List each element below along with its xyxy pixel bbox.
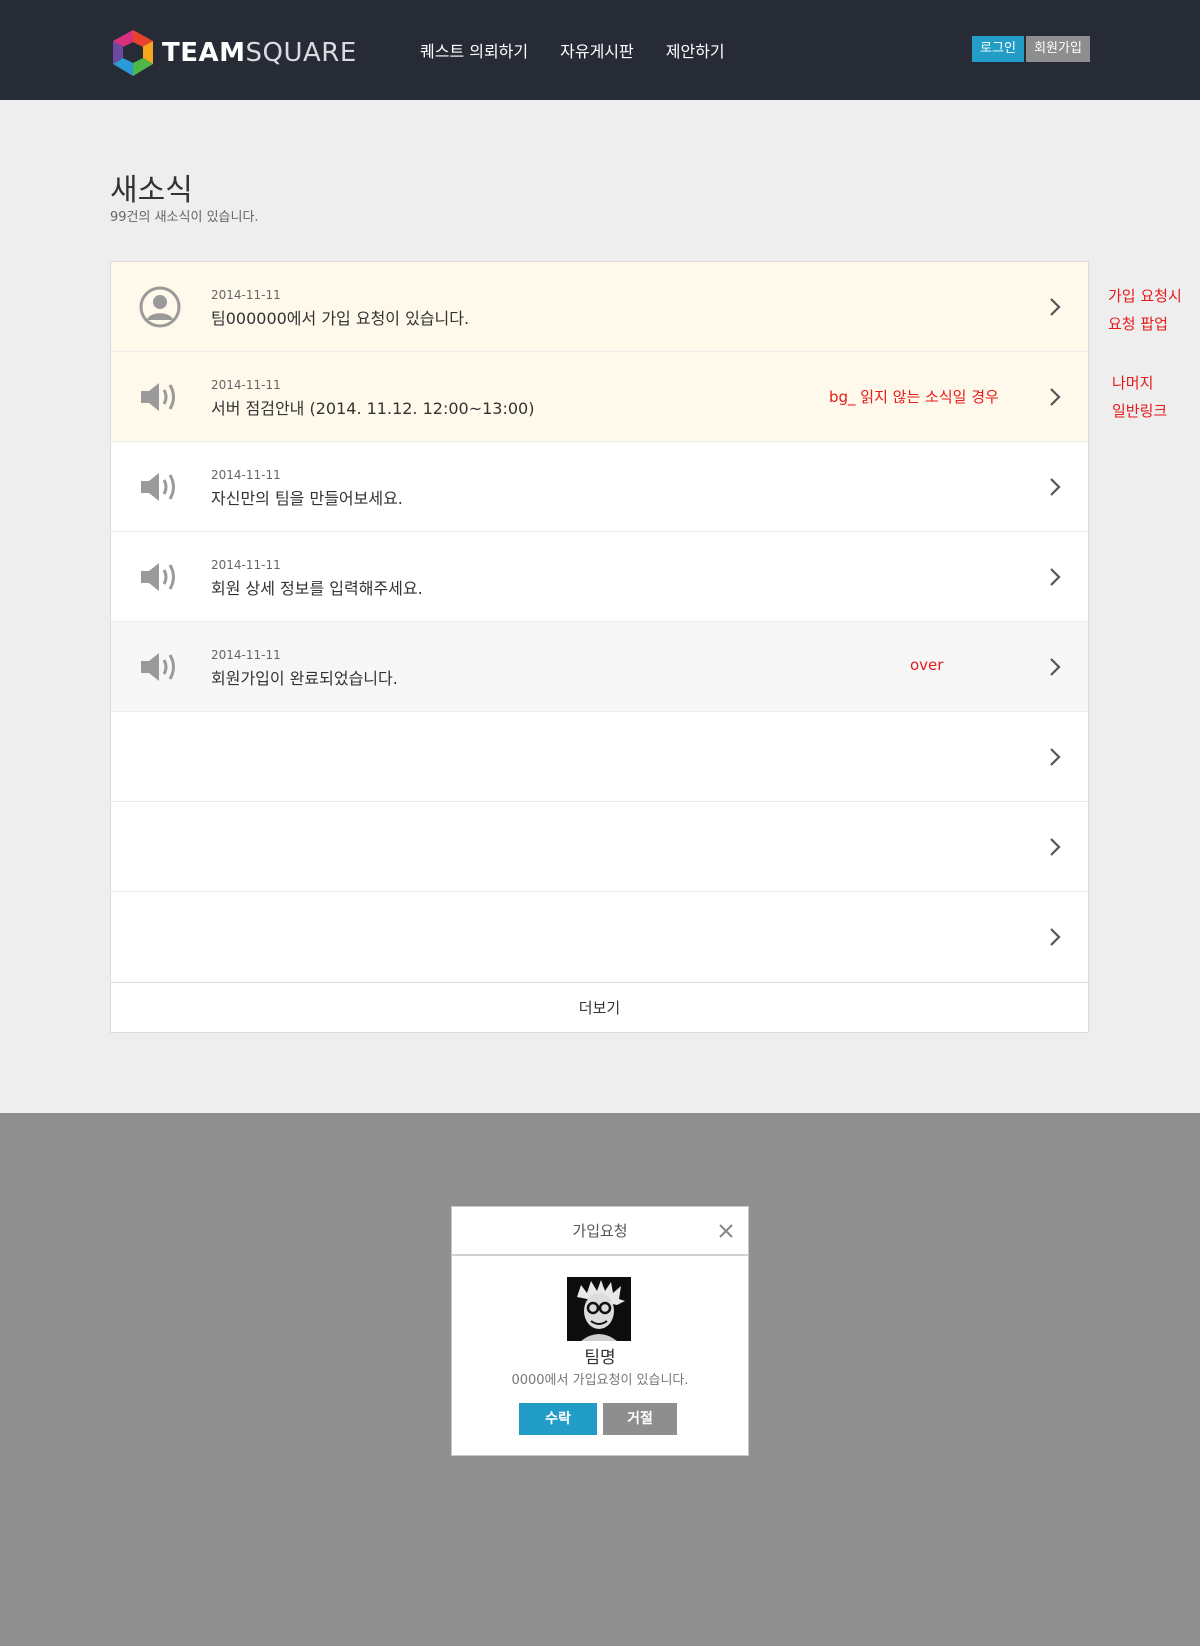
teamsquare-logo[interactable]: TEAMSQUARE	[110, 28, 357, 78]
speaker-icon	[141, 653, 175, 681]
chevron-right-icon	[1050, 568, 1061, 586]
modal-title: 가입요청	[572, 1222, 628, 1240]
nav-suggestion[interactable]: 제안하기	[666, 38, 725, 62]
news-title: 회원 상세 정보를 입력해주세요.	[211, 579, 423, 598]
annotation-general-link: 나머지 일반링크	[1112, 369, 1167, 425]
logo-text: TEAMSQUARE	[162, 38, 357, 68]
news-date: 2014-11-11	[211, 468, 281, 482]
news-item-join-request[interactable]: 2014-11-11 팀000000에서 가입 요청이 있습니다.	[111, 262, 1088, 352]
accept-button[interactable]: 수락	[519, 1403, 597, 1435]
annotation-line: 가입 요청시	[1108, 287, 1182, 305]
chevron-right-icon	[1050, 838, 1061, 856]
news-item-empty[interactable]	[111, 802, 1088, 892]
speaker-icon	[141, 383, 175, 411]
user-icon	[139, 286, 181, 328]
team-avatar	[567, 1277, 631, 1341]
news-item-empty[interactable]	[111, 892, 1088, 982]
main-nav: 퀘스트 의뢰하기 자유게시판 제안하기	[420, 38, 757, 62]
join-request-message: 0000에서 가입요청이 있습니다.	[511, 1373, 689, 1388]
nav-free-board[interactable]: 자유게시판	[560, 38, 634, 62]
news-title: 서버 점검안내 (2014. 11.12. 12:00~13:00)	[211, 399, 535, 418]
logo-cube-icon	[113, 30, 153, 76]
reject-button[interactable]: 거절	[603, 1403, 677, 1435]
news-title: 팀000000에서 가입 요청이 있습니다.	[211, 309, 470, 328]
speaker-icon	[141, 563, 175, 591]
annotation-over: over	[910, 656, 944, 674]
news-date: 2014-11-11	[211, 648, 281, 662]
nav-quest-request[interactable]: 퀘스트 의뢰하기	[420, 38, 528, 62]
close-icon[interactable]	[718, 1223, 734, 1239]
speaker-icon	[141, 473, 175, 501]
annotation-join-popup: 가입 요청시 요청 팝업	[1108, 282, 1182, 338]
news-item-signup-complete[interactable]: 2014-11-11 회원가입이 완료되었습니다. over	[111, 622, 1088, 712]
annotation-line: 요청 팝업	[1108, 315, 1168, 333]
news-item-create-team[interactable]: 2014-11-11 자신만의 팀을 만들어보세요.	[111, 442, 1088, 532]
chevron-right-icon	[1050, 748, 1061, 766]
top-header: TEAMSQUARE 퀘스트 의뢰하기 자유게시판 제안하기 로그인 회원가입	[0, 0, 1200, 100]
news-date: 2014-11-11	[211, 288, 281, 302]
modal-header: 가입요청	[452, 1207, 748, 1256]
join-button[interactable]: 회원가입	[1026, 36, 1090, 62]
news-title: 자신만의 팀을 만들어보세요.	[211, 489, 403, 508]
news-list: 2014-11-11 팀000000에서 가입 요청이 있습니다. 2014-1…	[110, 261, 1089, 1033]
chevron-right-icon	[1050, 928, 1061, 946]
news-item-server-notice[interactable]: 2014-11-11 서버 점검안내 (2014. 11.12. 12:00~1…	[111, 352, 1088, 442]
news-title: 회원가입이 완료되었습니다.	[211, 669, 398, 688]
auth-buttons: 로그인 회원가입	[972, 36, 1090, 62]
annotation-unread-bg: bg_ 읽지 않는 소식일 경우	[829, 388, 999, 406]
join-request-modal: 가입요청 팀명 0000에서 가입요청이 있습니다. 수락 거절	[451, 1206, 749, 1456]
news-item-member-info[interactable]: 2014-11-11 회원 상세 정보를 입력해주세요.	[111, 532, 1088, 622]
more-button[interactable]: 더보기	[111, 982, 1088, 1032]
chevron-right-icon	[1050, 478, 1061, 496]
modal-actions: 수락 거절	[519, 1403, 677, 1435]
chevron-right-icon	[1050, 388, 1061, 406]
page-title: 새소식	[110, 173, 193, 208]
annotation-line: 나머지	[1112, 374, 1154, 392]
news-date: 2014-11-11	[211, 558, 281, 572]
news-date: 2014-11-11	[211, 378, 281, 392]
team-name: 팀명	[584, 1348, 616, 1368]
annotation-line: 일반링크	[1112, 402, 1168, 420]
login-button[interactable]: 로그인	[972, 36, 1024, 62]
chevron-right-icon	[1050, 298, 1061, 316]
news-item-empty[interactable]	[111, 712, 1088, 802]
page-subtitle: 99건의 새소식이 있습니다.	[110, 210, 259, 225]
chevron-right-icon	[1050, 658, 1061, 676]
